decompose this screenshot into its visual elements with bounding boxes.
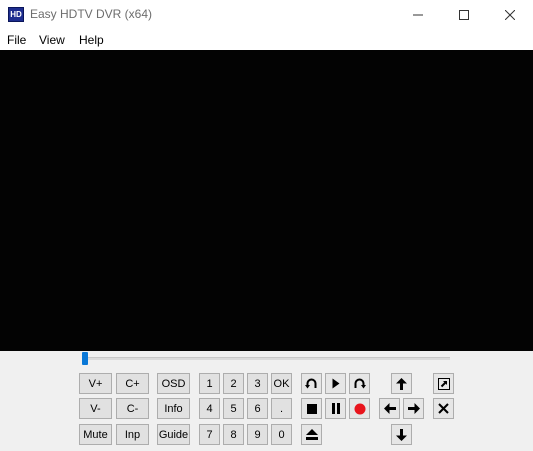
osd-button[interactable]: OSD [157,373,190,394]
stop-icon [306,403,317,414]
popout-button[interactable] [433,373,454,394]
number-3-button[interactable]: 3 [247,373,268,394]
popout-icon [437,377,450,390]
number-8-button[interactable]: 8 [223,424,244,445]
volume-down-button[interactable]: V- [79,398,112,419]
app-logo-icon: HD [8,7,24,22]
window-title: Easy HDTV DVR (x64) [30,7,153,21]
channel-down-button[interactable]: C- [116,398,149,419]
number-4-button[interactable]: 4 [199,398,220,419]
seek-track[interactable] [82,357,450,360]
minimize-icon [413,14,423,16]
record-icon [354,403,365,414]
menu-help[interactable]: Help [79,33,104,47]
arrow-left-icon [383,403,396,414]
play-icon [332,378,340,389]
number-0-button[interactable]: 0 [271,424,292,445]
nav-left-button[interactable] [379,398,400,419]
arrow-down-icon [396,428,407,441]
arrow-up-icon [396,377,407,390]
nav-up-button[interactable] [391,373,412,394]
number-1-button[interactable]: 1 [199,373,220,394]
maximize-icon [459,10,469,20]
stop-button[interactable] [301,398,322,419]
number-5-button[interactable]: 5 [223,398,244,419]
eject-icon [305,429,318,440]
volume-up-button[interactable]: V+ [79,373,112,394]
record-button[interactable] [349,398,370,419]
input-button[interactable]: Inp [116,424,149,445]
guide-button[interactable]: Guide [157,424,190,445]
close-window-button[interactable] [487,0,533,30]
nav-down-button[interactable] [391,424,412,445]
pause-icon [331,403,340,414]
menu-file[interactable]: File [7,33,26,47]
pause-button[interactable] [325,398,346,419]
dot-button[interactable]: . [271,398,292,419]
video-display[interactable] [0,50,533,351]
eject-button[interactable] [301,424,322,445]
close-button[interactable] [433,398,454,419]
number-7-button[interactable]: 7 [199,424,220,445]
maximize-button[interactable] [441,0,487,30]
number-2-button[interactable]: 2 [223,373,244,394]
number-9-button[interactable]: 9 [247,424,268,445]
play-button[interactable] [325,373,346,394]
menu-bar: File View Help [0,30,533,50]
arrow-right-icon [407,403,420,414]
ok-button[interactable]: OK [271,373,292,394]
mute-button[interactable]: Mute [79,424,112,445]
info-button[interactable]: Info [157,398,190,419]
menu-view[interactable]: View [39,33,65,47]
title-bar: HD Easy HDTV DVR (x64) [0,0,533,30]
minimize-button[interactable] [395,0,441,30]
close-window-icon [505,10,515,20]
rewind-button[interactable] [301,373,322,394]
nav-right-button[interactable] [403,398,424,419]
seek-thumb[interactable] [82,352,88,365]
rewind-icon [305,378,317,389]
number-6-button[interactable]: 6 [247,398,268,419]
app-window: HD Easy HDTV DVR (x64) File View Help V+… [0,0,533,451]
forward-button[interactable] [349,373,370,394]
channel-up-button[interactable]: C+ [116,373,149,394]
forward-icon [354,378,366,389]
close-icon [438,403,449,414]
